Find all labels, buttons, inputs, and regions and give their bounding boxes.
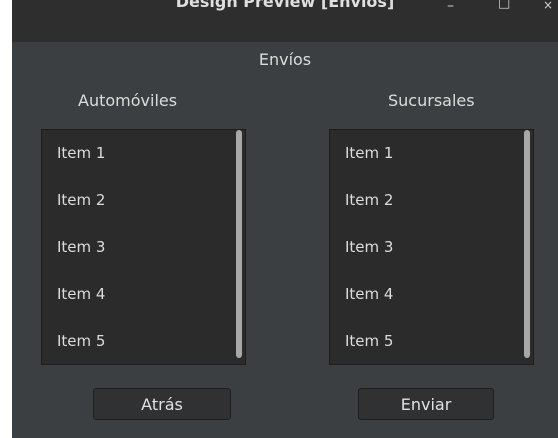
list-item[interactable]: Item 3: [345, 238, 393, 256]
automoviles-list[interactable]: Item 1 Item 2 Item 3 Item 4 Item 5: [41, 129, 246, 365]
automoviles-scrollbar[interactable]: [236, 130, 242, 358]
list-item[interactable]: Item 1: [57, 144, 105, 162]
sucursales-heading: Sucursales: [388, 91, 475, 110]
list-item[interactable]: Item 4: [57, 285, 105, 303]
minimize-icon[interactable]: –: [447, 0, 454, 14]
sucursales-list[interactable]: Item 1 Item 2 Item 3 Item 4 Item 5: [329, 129, 534, 365]
list-item[interactable]: Item 4: [345, 285, 393, 303]
envios-heading: Envíos: [258, 50, 312, 69]
automoviles-heading: Automóviles: [78, 91, 178, 110]
list-item[interactable]: Item 5: [345, 332, 393, 350]
title-bar[interactable]: Design Preview [Envios] – □ ×: [12, 0, 558, 42]
list-item[interactable]: Item 2: [345, 191, 393, 209]
window-title: Design Preview [Envios]: [175, 0, 395, 11]
sucursales-scrollbar[interactable]: [524, 130, 530, 358]
send-button[interactable]: Enviar: [358, 388, 494, 420]
back-button[interactable]: Atrás: [93, 388, 231, 420]
list-item[interactable]: Item 5: [57, 332, 105, 350]
close-icon[interactable]: ×: [543, 0, 553, 12]
design-preview-window: Design Preview [Envios] – □ × Envíos Aut…: [12, 0, 558, 438]
list-item[interactable]: Item 1: [345, 144, 393, 162]
list-item[interactable]: Item 3: [57, 238, 105, 256]
maximize-icon[interactable]: □: [498, 0, 510, 11]
list-item[interactable]: Item 2: [57, 191, 105, 209]
